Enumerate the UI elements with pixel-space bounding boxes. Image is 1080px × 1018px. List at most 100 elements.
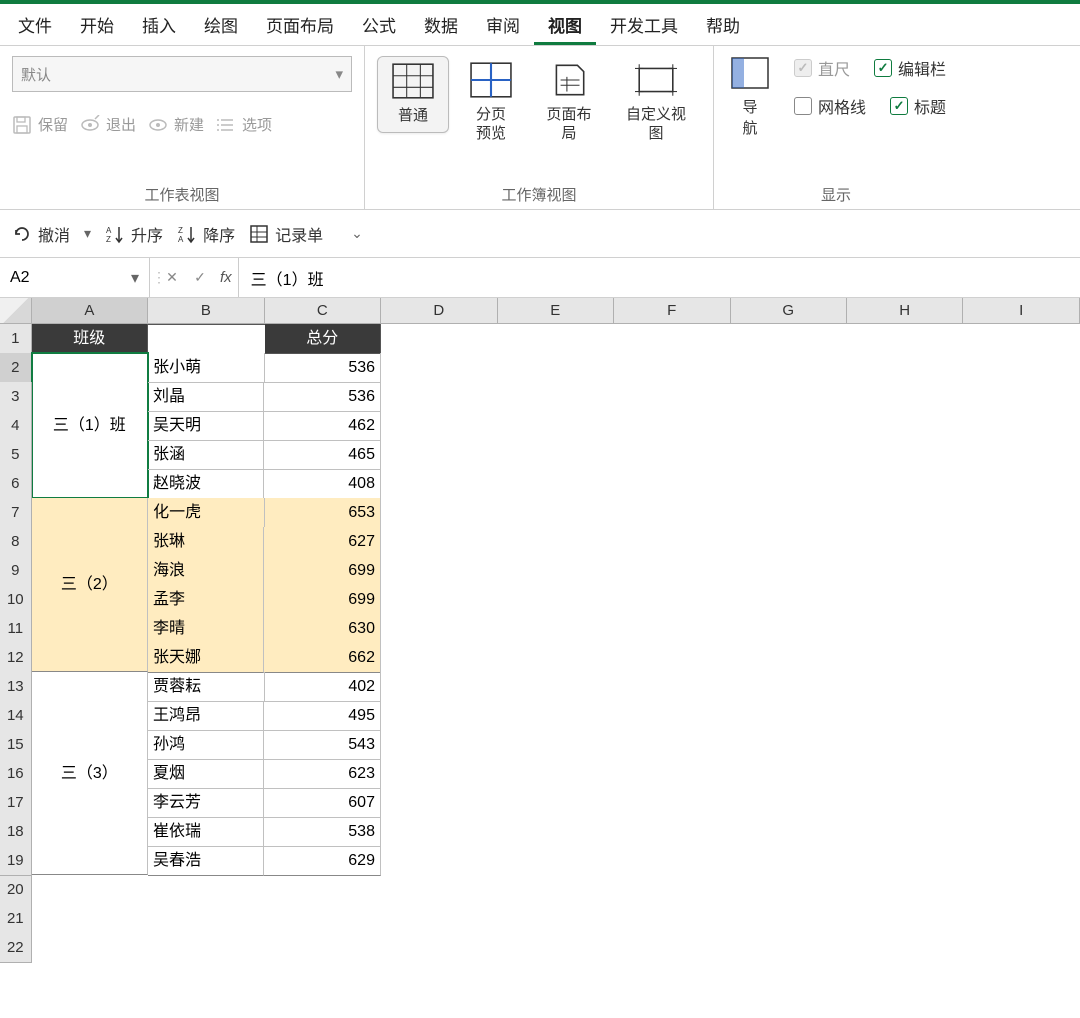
name-cell[interactable]: 李云芳 [148,788,265,818]
view-custom-button[interactable]: 自定义视图 [611,56,701,150]
column-header-E[interactable]: E [498,298,614,324]
navigation-button[interactable]: 导 航 [726,56,774,138]
row-header-8[interactable]: 8 [0,527,32,557]
name-cell[interactable]: 贾蓉耘 [148,672,265,702]
name-cell[interactable]: 赵晓波 [148,469,265,499]
select-all-corner[interactable] [0,298,32,324]
name-cell[interactable]: 孟李 [148,585,265,615]
sort-asc-button[interactable]: AZ 升序 [105,222,163,246]
score-cell[interactable]: 699 [264,585,381,615]
check-gridlines[interactable]: 网格线 [794,94,866,118]
view-page-layout-button[interactable]: 页面布局 [533,56,605,150]
record-form-button[interactable]: 记录单 [249,222,323,246]
column-header-A[interactable]: A [32,298,148,324]
sheet-view-options-button[interactable]: 选项 [216,114,272,135]
name-cell[interactable]: 李晴 [148,614,265,644]
row-header-9[interactable]: 9 [0,556,32,586]
row-header-2[interactable]: 2 [0,353,32,383]
name-cell[interactable]: 崔依瑞 [148,817,265,847]
score-cell[interactable]: 699 [264,556,381,586]
row-header-1[interactable]: 1 [0,324,32,354]
score-cell[interactable]: 543 [264,730,381,760]
row-header-20[interactable]: 20 [0,875,32,905]
row-header-6[interactable]: 6 [0,469,32,499]
sheet-view-new-button[interactable]: 新建 [148,114,204,135]
menu-page-layout[interactable]: 页面布局 [252,4,348,45]
menu-insert[interactable]: 插入 [128,4,190,45]
column-header-I[interactable]: I [963,298,1079,324]
name-cell[interactable]: 张小萌 [148,353,265,383]
name-cell[interactable]: 孙鸿 [148,730,265,760]
dropdown-chevron-icon[interactable]: ▾ [84,225,91,242]
formula-input[interactable]: 三（1）班 [238,258,1080,297]
name-box[interactable]: A2 ▾ [0,258,150,297]
spreadsheet-grid[interactable]: ABCDEFGHI 1班级总分2三（1）班张小萌5363刘晶5364吴天明462… [0,298,1080,962]
row-header-3[interactable]: 3 [0,382,32,412]
header-total[interactable]: 总分 [265,324,382,354]
name-cell[interactable]: 王鸿昂 [148,701,265,731]
row-header-19[interactable]: 19 [0,846,32,876]
row-header-22[interactable]: 22 [0,933,32,963]
score-cell[interactable]: 627 [264,527,381,557]
score-cell[interactable]: 402 [265,672,382,702]
name-cell[interactable]: 吴春浩 [148,846,265,876]
score-cell[interactable]: 408 [264,469,381,499]
name-cell[interactable]: 张琳 [148,527,265,557]
score-cell[interactable]: 629 [264,846,381,876]
row-header-11[interactable]: 11 [0,614,32,644]
menu-home[interactable]: 开始 [66,4,128,45]
sort-desc-button[interactable]: ZA 降序 [177,222,235,246]
menu-help[interactable]: 帮助 [692,4,754,45]
row-header-4[interactable]: 4 [0,411,32,441]
row-header-15[interactable]: 15 [0,730,32,760]
row-header-18[interactable]: 18 [0,817,32,847]
menu-formulas[interactable]: 公式 [348,4,410,45]
sheet-view-keep-button[interactable]: 保留 [12,114,68,135]
score-cell[interactable]: 536 [264,382,381,412]
menu-data[interactable]: 数据 [410,4,472,45]
column-header-B[interactable]: B [148,298,264,324]
row-header-7[interactable]: 7 [0,498,32,528]
row-header-17[interactable]: 17 [0,788,32,818]
name-cell[interactable]: 海浪 [148,556,265,586]
column-header-H[interactable]: H [847,298,963,324]
score-cell[interactable]: 607 [264,788,381,818]
header-class[interactable]: 班级 [32,324,149,354]
sheet-view-exit-button[interactable]: 退出 [80,114,136,135]
sheet-view-dropdown[interactable]: 默认 ▾ [12,56,352,92]
column-header-G[interactable]: G [731,298,847,324]
formula-cancel-button[interactable]: ✕ [158,258,186,297]
name-cell[interactable]: 吴天明 [148,411,265,441]
undo-button[interactable]: 撤消 [12,222,70,246]
name-cell[interactable]: 夏烟 [148,759,265,789]
menu-view[interactable]: 视图 [534,4,596,45]
row-header-16[interactable]: 16 [0,759,32,789]
row-header-21[interactable]: 21 [0,904,32,934]
menu-developer[interactable]: 开发工具 [596,4,692,45]
formula-enter-button[interactable]: ✓ [186,258,214,297]
score-cell[interactable]: 662 [264,643,381,673]
column-header-C[interactable]: C [265,298,381,324]
row-header-12[interactable]: 12 [0,643,32,673]
row-header-10[interactable]: 10 [0,585,32,615]
name-cell[interactable]: 刘晶 [148,382,265,412]
column-header-D[interactable]: D [381,298,497,324]
menu-review[interactable]: 审阅 [472,4,534,45]
score-cell[interactable]: 465 [264,440,381,470]
score-cell[interactable]: 495 [264,701,381,731]
check-formula-bar[interactable]: 编辑栏 [874,56,946,80]
qat-overflow-icon[interactable]: ⌄ [337,225,363,242]
menu-file[interactable]: 文件 [4,4,66,45]
view-page-break-button[interactable]: 分页 预览 [455,56,527,150]
score-cell[interactable]: 623 [264,759,381,789]
score-cell[interactable]: 653 [265,498,382,528]
score-cell[interactable]: 462 [264,411,381,441]
row-header-5[interactable]: 5 [0,440,32,470]
row-header-14[interactable]: 14 [0,701,32,731]
column-header-F[interactable]: F [614,298,730,324]
row-header-13[interactable]: 13 [0,672,32,702]
name-cell[interactable]: 化一虎 [148,498,265,528]
view-normal-button[interactable]: 普通 [377,56,449,133]
header-blank[interactable] [148,324,265,325]
check-headings[interactable]: 标题 [890,94,946,118]
